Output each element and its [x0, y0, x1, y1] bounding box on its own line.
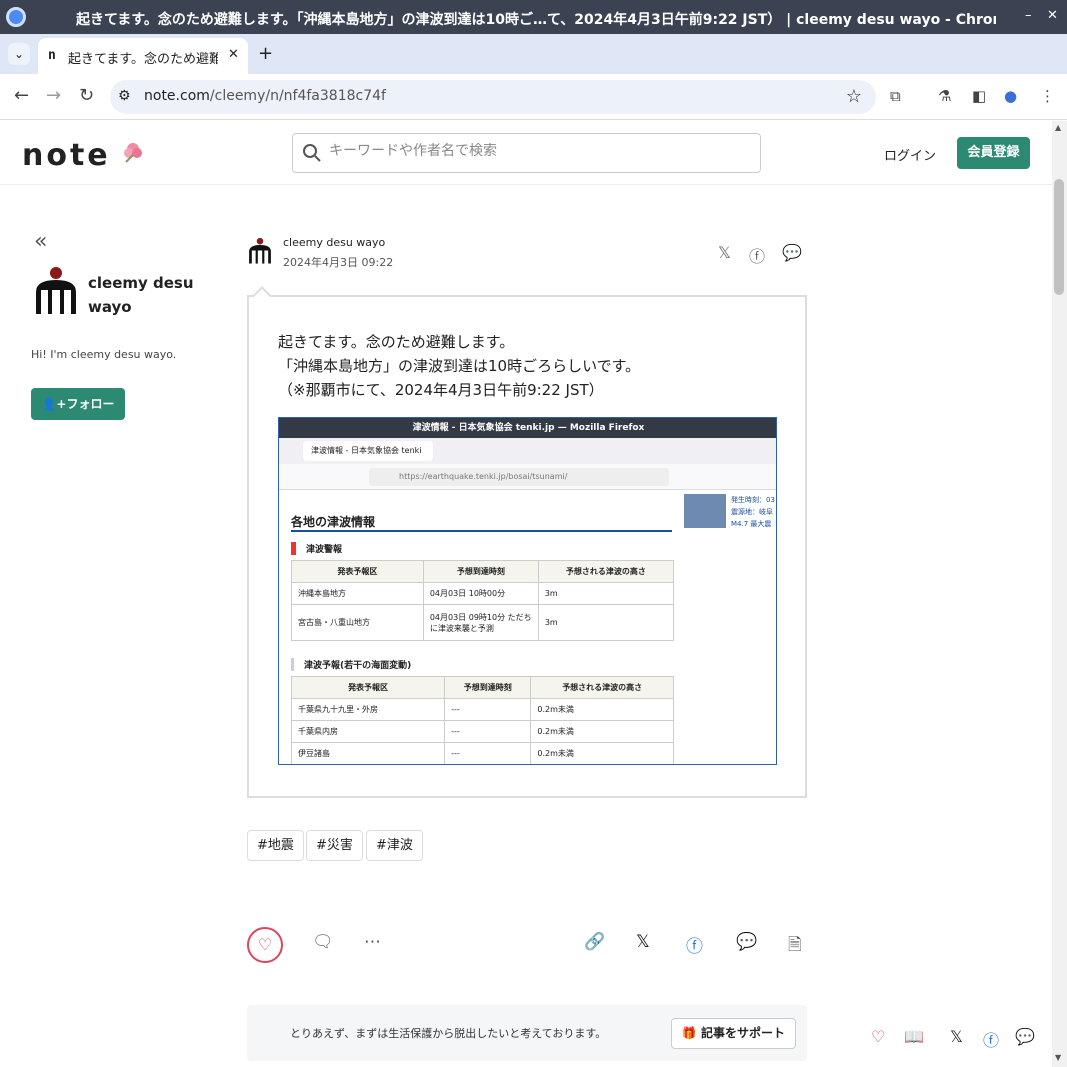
gift-icon: 🎁 — [681, 1026, 702, 1040]
article-line: 起きてます。念のため避難します。 — [278, 333, 515, 351]
flower-logo-icon — [124, 143, 142, 163]
follow-button[interactable]: 👤+フォロー — [31, 388, 125, 420]
x-share-icon[interactable]: 𝕏 — [636, 932, 650, 952]
back-icon[interactable]: ← — [14, 85, 29, 106]
x-share-icon[interactable]: 𝕏 — [718, 243, 731, 262]
url-text: note.com/cleemy/n/nf4fa3818c74f — [144, 88, 386, 104]
close-window-button[interactable]: ✕ — [1047, 8, 1058, 23]
float-magazine-icon[interactable]: 📖 — [904, 1027, 924, 1046]
new-tab-button[interactable]: + — [258, 43, 273, 64]
ff-warning-table: 発表予報区 予想到達時刻 予想される津波の高さ 沖縄本島地方 04月03日 10時00… — [291, 560, 675, 641]
login-link[interactable]: ログイン — [884, 145, 936, 164]
support-button[interactable]: 🎁 記事をサポート — [671, 1018, 796, 1049]
sidebar-author-name[interactable]: cleemy desu wayo — [88, 271, 208, 319]
tab-strip: ⌄ n 起きてます。念のため避難し ✕ + — [0, 34, 1067, 74]
facebook-share-icon[interactable]: ⓕ — [749, 243, 765, 267]
header-divider — [0, 184, 1052, 185]
author-bio: Hi! I'm cleemy desu wayo. — [31, 348, 177, 361]
ff-advisory-heading: 津波予報(若干の海面変動) — [291, 658, 411, 671]
browser-toolbar: ← → ↻ ⚙ note.com/cleemy/n/nf4fa3818c74f … — [0, 74, 1067, 120]
byline-author[interactable]: cleemy desu wayo — [283, 236, 385, 249]
address-bar[interactable]: ⚙ note.com/cleemy/n/nf4fa3818c74f ☆ — [110, 80, 876, 114]
byline-avatar[interactable] — [248, 236, 272, 266]
ff-heading: 各地の津波情報 — [291, 515, 376, 529]
search-input[interactable] — [329, 143, 729, 159]
minimize-button[interactable]: – — [1025, 8, 1032, 23]
article-line: 「沖縄本島地方」の津波到達は10時ごろらしいです。 — [278, 357, 641, 375]
table-row: 沖縄本島地方 04月03日 10時00分 3m — [291, 582, 675, 605]
line-share-icon[interactable]: 💬 — [782, 243, 802, 262]
window-title: 起きてます。念のため避難します。「沖縄本島地方」の津波到達は10時ご…て、202… — [76, 12, 996, 28]
ff-advisory-table: 発表予報区 予想到達時刻 予想される津波の高さ 千葉県九十九里・外房 --- 0.2m未… — [290, 676, 674, 764]
forward-icon[interactable]: → — [46, 85, 61, 106]
chromium-icon — [6, 7, 26, 27]
add-to-magazine-icon[interactable]: 🗎 — [788, 932, 802, 961]
signup-button[interactable]: 会員登録 — [957, 137, 1030, 169]
note-logo[interactable]: note — [22, 138, 111, 173]
note-favicon-icon: n — [48, 48, 56, 63]
menu-kebab-icon[interactable]: ⋮ — [1040, 87, 1055, 105]
author-avatar[interactable] — [34, 266, 78, 316]
like-button[interactable]: ♡ — [247, 927, 283, 963]
scrollbar-thumb[interactable] — [1054, 179, 1064, 295]
scroll-up-icon[interactable]: ▲ — [1055, 123, 1061, 132]
page-scrollbar[interactable]: ▲ ▼ — [1052, 121, 1067, 1067]
search-icon — [303, 144, 321, 162]
profile-icon[interactable]: ● — [1004, 87, 1017, 105]
embedded-screenshot[interactable]: 津波情報 - 日本気象協会 tenki.jp — Mozilla Firefox… — [278, 417, 777, 765]
ff-side-info: 発生時刻：03 震源地：岐阜 M4.7 最大震 — [731, 496, 775, 528]
article-line: （※那覇市にて、2024年4月3日午前9:22 JST） — [278, 381, 604, 399]
extensions-icon[interactable]: ⧉ — [890, 87, 901, 105]
tab-active[interactable]: n 起きてます。念のため避難し ✕ — [38, 38, 248, 74]
window-titlebar: 起きてます。念のため避難します。「沖縄本島地方」の津波到達は10時ご…て、202… — [0, 0, 1067, 34]
float-x-icon[interactable]: 𝕏 — [950, 1027, 963, 1046]
heart-icon: ♡ — [257, 935, 273, 954]
facebook-share-icon[interactable]: ⓕ — [686, 932, 703, 957]
table-row: 伊豆諸島 --- 0.2m未満 — [290, 742, 674, 764]
float-like-icon[interactable]: ♡ — [871, 1027, 885, 1046]
collapse-sidebar-icon[interactable]: « — [34, 229, 47, 254]
ff-map-thumbnail — [684, 494, 726, 528]
tag-chip[interactable]: #地震 — [247, 830, 304, 861]
bookmark-star-icon[interactable]: ☆ — [846, 86, 862, 107]
side-panel-icon[interactable]: ◧ — [972, 87, 986, 105]
copy-link-icon[interactable]: 🔗 — [584, 932, 605, 952]
tag-chip[interactable]: #津波 — [366, 830, 423, 861]
reload-icon[interactable]: ↻ — [79, 85, 94, 106]
float-line-icon[interactable]: 💬 — [1015, 1027, 1035, 1046]
ff-warning-heading: 津波警報 — [291, 542, 342, 555]
tag-chip[interactable]: #災害 — [306, 830, 363, 861]
ff-heading-underline — [291, 530, 672, 532]
more-options-icon[interactable]: ⋯ — [364, 932, 381, 952]
site-info-icon[interactable]: ⚙ — [118, 88, 131, 104]
article-card: 起きてます。念のため避難します。 「沖縄本島地方」の津波到達は10時ごろらしいで… — [247, 286, 807, 798]
card-tail — [252, 286, 272, 306]
add-user-icon: 👤+ — [41, 397, 67, 411]
byline-date: 2024年4月3日 09:22 — [283, 256, 394, 269]
support-message: とりあえず、まずは生活保護から脱出したいと考えております。 — [290, 1027, 607, 1040]
ff-tab: 津波情報 - 日本気象協会 tenki — [303, 441, 433, 461]
page-content: note ログイン 会員登録 « cleemy desu wayo Hi! I'… — [0, 121, 1052, 1067]
ff-toolbar: https://earthquake.tenki.jp/bosai/tsunam… — [279, 464, 776, 490]
scroll-down-icon[interactable]: ▼ — [1055, 1053, 1061, 1062]
float-facebook-icon[interactable]: ⓕ — [983, 1027, 999, 1051]
tab-close-button[interactable]: ✕ — [228, 47, 239, 62]
ff-url: https://earthquake.tenki.jp/bosai/tsunam… — [369, 468, 669, 486]
search-box[interactable] — [292, 133, 761, 173]
support-box: とりあえず、まずは生活保護から脱出したいと考えております。 🎁 記事をサポート — [247, 1005, 807, 1061]
line-share-icon[interactable]: 💬 — [736, 932, 757, 952]
labs-flask-icon[interactable]: ⚗ — [938, 87, 951, 105]
table-row: 千葉県内房 --- 0.2m未満 — [290, 720, 674, 743]
table-row: 千葉県九十九里・外房 --- 0.2m未満 — [290, 698, 674, 721]
ff-tab-strip: 津波情報 - 日本気象協会 tenki — [279, 438, 776, 464]
ff-window-title: 津波情報 - 日本気象協会 tenki.jp — Mozilla Firefox — [279, 418, 776, 438]
table-row: 宮古島・八重山地方 04月03日 09時10分 ただちに津波来襲と予測 3m — [291, 604, 675, 641]
tab-title: 起きてます。念のため避難し — [68, 52, 218, 67]
tab-search-button[interactable]: ⌄ — [8, 43, 30, 65]
comment-icon[interactable]: 🗨 — [312, 932, 334, 952]
